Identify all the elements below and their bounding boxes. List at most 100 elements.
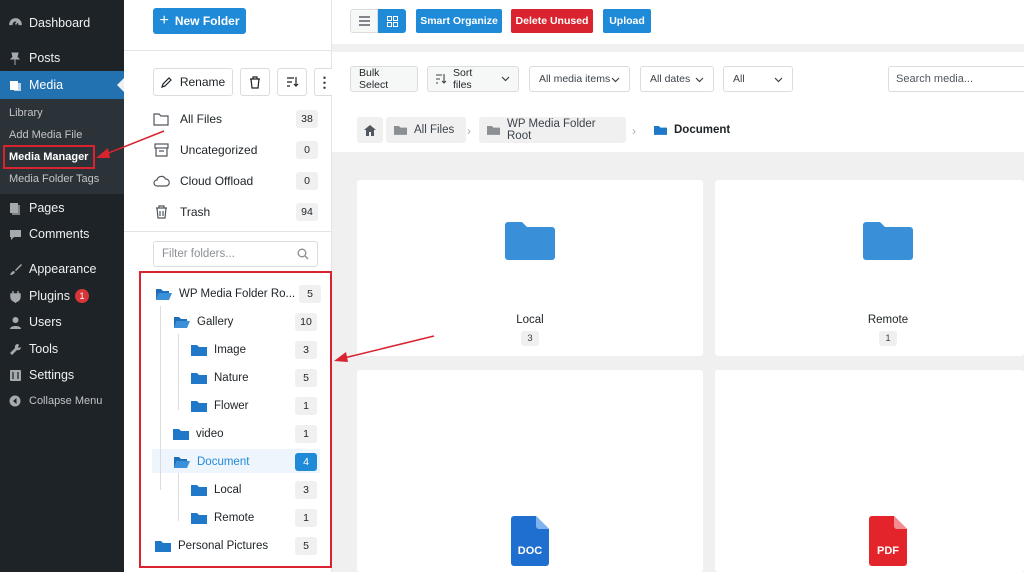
more-vertical-icon: ⋮: [317, 74, 332, 90]
card-count: 3: [521, 331, 539, 346]
sort-icon: [436, 74, 447, 84]
list-icon: [358, 16, 370, 26]
main-content: Smart Organize Delete Unused Upload Bulk…: [332, 0, 1024, 572]
upload-button[interactable]: Upload: [603, 9, 651, 33]
new-folder-label: New Folder: [174, 14, 240, 28]
folder-all-files[interactable]: All Files 38: [152, 108, 318, 130]
menu-pages[interactable]: Pages: [0, 196, 124, 220]
search-media-input[interactable]: Search media...: [888, 66, 1024, 92]
rename-label: Rename: [179, 75, 226, 89]
menu-collapse[interactable]: Collapse Menu: [0, 389, 124, 413]
user-icon: [8, 315, 22, 329]
menu-posts[interactable]: Posts: [0, 46, 124, 70]
list-view-button[interactable]: [350, 9, 378, 33]
breadcrumb-root[interactable]: WP Media Folder Root: [479, 117, 626, 143]
menu-media[interactable]: Media: [0, 71, 124, 99]
pdf-file-icon: PDF: [869, 516, 907, 571]
menu-label: Settings: [29, 368, 75, 382]
media-icon: [8, 78, 22, 92]
divider: [124, 231, 332, 232]
menu-settings[interactable]: Settings: [0, 363, 124, 387]
media-type-select[interactable]: All media items: [529, 66, 630, 92]
folder-count: 0: [296, 141, 318, 159]
rename-button[interactable]: Rename: [153, 68, 233, 96]
more-options-button[interactable]: ⋮: [314, 68, 334, 96]
menu-appearance[interactable]: Appearance: [0, 257, 124, 281]
menu-label: Posts: [29, 51, 61, 65]
folder-icon: [394, 125, 407, 135]
grid-view-button[interactable]: [378, 9, 406, 33]
doc-file-icon: DOC: [511, 516, 549, 571]
file-card-pdf[interactable]: PDF: [715, 370, 1024, 572]
folder-label: Cloud Offload: [180, 174, 254, 188]
menu-users[interactable]: Users: [0, 310, 124, 334]
menu-label: Users: [29, 315, 62, 329]
plus-icon: +: [159, 12, 169, 29]
breadcrumb-label: WP Media Folder Root: [507, 118, 596, 142]
filter-placeholder: Filter folders...: [162, 248, 235, 260]
cloud-icon: [152, 175, 170, 187]
chevron-down-icon: [774, 74, 783, 86]
admin-sidebar: Dashboard Posts Media Library Add Media …: [0, 0, 124, 572]
menu-dashboard[interactable]: Dashboard: [0, 11, 124, 35]
archive-icon: [152, 143, 170, 157]
search-icon: [297, 248, 309, 263]
main-toolbar: Smart Organize Delete Unused Upload: [332, 0, 1024, 44]
all-select[interactable]: All: [723, 66, 793, 92]
file-type-label: PDF: [877, 545, 899, 557]
highlight-box: [3, 145, 95, 169]
wrench-icon: [8, 342, 22, 356]
home-icon: [364, 124, 376, 136]
breadcrumb-all-files[interactable]: All Files: [386, 117, 466, 143]
pin-icon: [8, 51, 22, 65]
menu-label: Dashboard: [29, 16, 91, 30]
menu-label: Comments: [29, 227, 90, 241]
collapse-icon: [8, 394, 22, 408]
highlight-box: [139, 271, 332, 568]
breadcrumb-label: All Files: [414, 124, 455, 136]
folder-uncategorized[interactable]: Uncategorized 0: [152, 139, 318, 161]
smart-organize-button[interactable]: Smart Organize: [416, 9, 502, 33]
delete-unused-button[interactable]: Delete Unused: [511, 9, 593, 33]
folder-icon: [654, 125, 667, 135]
menu-label: Appearance: [29, 262, 97, 276]
folder-icon: [505, 222, 555, 265]
folder-icon: [863, 222, 913, 265]
date-select[interactable]: All dates: [640, 66, 714, 92]
date-value: All dates: [650, 73, 691, 85]
delete-folder-button[interactable]: [240, 68, 270, 96]
folder-count: 94: [296, 203, 318, 221]
media-type-value: All media items: [539, 73, 611, 85]
folder-cloud-offload[interactable]: Cloud Offload 0: [152, 170, 318, 192]
folder-label: Uncategorized: [180, 143, 258, 157]
filter-folders-input[interactable]: Filter folders...: [153, 241, 318, 267]
menu-label: Pages: [29, 201, 65, 215]
grid-icon: [386, 15, 398, 27]
all-value: All: [733, 73, 745, 85]
folder-card-local[interactable]: Local 3: [357, 180, 703, 356]
menu-plugins[interactable]: Plugins 1: [0, 284, 124, 308]
divider: [124, 50, 332, 51]
file-card-doc[interactable]: DOC: [357, 370, 703, 572]
submenu-media-folder-tags[interactable]: Media Folder Tags: [9, 173, 99, 185]
sort-folders-button[interactable]: [277, 68, 307, 96]
sort-icon: [286, 76, 299, 88]
brush-icon: [8, 262, 22, 276]
sort-files-button[interactable]: Sort files: [427, 66, 519, 92]
folder-trash[interactable]: Trash 94: [152, 201, 318, 223]
folder-card-remote[interactable]: Remote 1: [715, 180, 1024, 356]
menu-tools[interactable]: Tools: [0, 337, 124, 361]
page-icon: [8, 201, 22, 215]
search-placeholder: Search media...: [896, 73, 974, 85]
submenu-add-media-file[interactable]: Add Media File: [9, 129, 82, 141]
folder-count: 0: [296, 172, 318, 190]
folder-outline-icon: [152, 112, 170, 126]
menu-label: Collapse Menu: [29, 395, 103, 407]
menu-comments[interactable]: Comments: [0, 222, 124, 246]
file-type-label: DOC: [518, 545, 543, 557]
submenu-library[interactable]: Library: [9, 107, 43, 119]
bulk-select-button[interactable]: Bulk Select: [350, 66, 418, 92]
trash-icon: [152, 205, 170, 219]
breadcrumb-home[interactable]: [357, 117, 383, 143]
new-folder-button[interactable]: + New Folder: [153, 8, 246, 34]
